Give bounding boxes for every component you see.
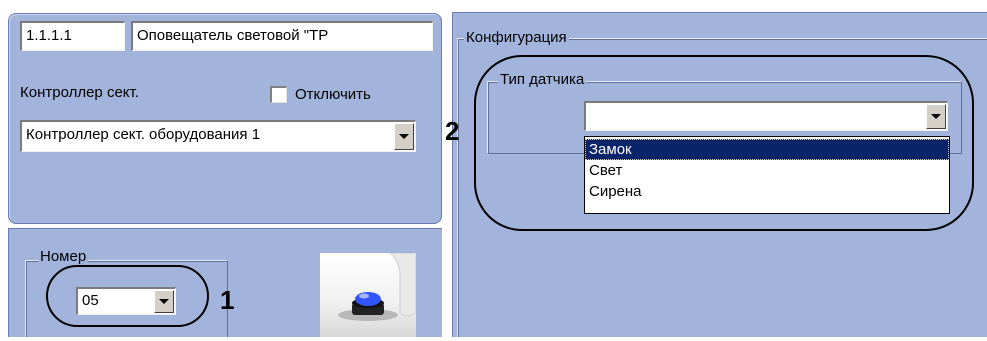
callout-ellipse-1 xyxy=(46,265,209,327)
controller-select-value: Контроллер сект. оборудования 1 xyxy=(26,126,261,143)
callout-ellipse-2 xyxy=(474,55,974,231)
device-id-field[interactable]: 1.1.1.1 xyxy=(20,21,125,51)
callout-number-2: 2 xyxy=(445,116,460,146)
light-siren-device-icon xyxy=(338,252,417,321)
device-id-value: 1.1.1.1 xyxy=(26,27,72,44)
device-preview xyxy=(320,252,417,337)
number-group-label: Номер xyxy=(38,248,89,265)
controller-select[interactable]: Контроллер сект. оборудования 1 xyxy=(20,120,416,152)
chevron-down-icon[interactable] xyxy=(394,123,414,150)
callout-number-1: 1 xyxy=(220,285,235,315)
disable-checkbox[interactable]: Отключить xyxy=(270,86,371,103)
controller-label: Контроллер сект. xyxy=(20,84,139,101)
checkbox-icon[interactable] xyxy=(270,86,287,103)
disable-label: Отключить xyxy=(295,86,371,103)
device-name-field[interactable]: Оповещатель световой "ТР xyxy=(131,21,433,51)
device-name-value: Оповещатель световой "ТР xyxy=(137,27,329,44)
configuration-group-label: Конфигурация xyxy=(464,29,569,46)
